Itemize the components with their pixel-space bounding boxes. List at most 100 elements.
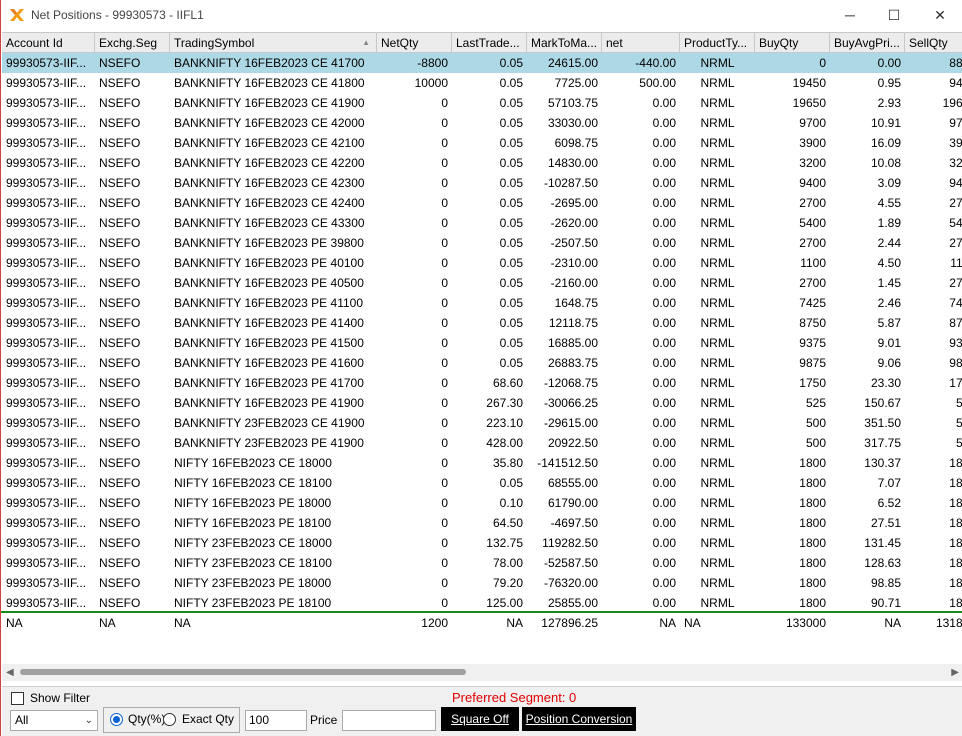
table-row[interactable]: 99930573-IIF... NSEFO BANKNIFTY 16FEB2023 … — [2, 213, 962, 233]
table-row[interactable]: 99930573-IIF... NSEFO BANKNIFTY 16FEB2023 … — [2, 133, 962, 153]
cell-net: 0.00 — [652, 136, 676, 150]
position-conversion-button[interactable]: Position Conversion — [522, 707, 636, 731]
table-row[interactable]: 99930573-IIF... NSEFO BANKNIFTY 16FEB2023 … — [2, 113, 962, 133]
qty-percent-label[interactable]: Qty(%) — [128, 712, 165, 726]
cell-last-trade: 267.30 — [486, 396, 523, 410]
table-row[interactable]: 99930573-IIF... NSEFO BANKNIFTY 16FEB2023 … — [2, 313, 962, 333]
column-header-trading-symbol[interactable]: TradingSymbol ▲ — [170, 33, 377, 53]
column-header-buy-avg-price[interactable]: BuyAvgPri... — [830, 33, 905, 53]
column-header-exchg-seg[interactable]: Exchg.Seg — [95, 33, 170, 53]
table-row[interactable]: 99930573-IIF... NSEFO BANKNIFTY 16FEB2023 … — [2, 233, 962, 253]
table-row[interactable]: 99930573-IIF... NSEFO NIFTY 16FEB2023 PE 1… — [2, 513, 962, 533]
column-header-net-qty[interactable]: NetQty — [377, 33, 452, 53]
table-row[interactable]: 99930573-IIF... NSEFO NIFTY 23FEB2023 CE 1… — [2, 533, 962, 553]
cell-exchg-seg: NSEFO — [99, 516, 141, 530]
cell-trading-symbol: NIFTY 16FEB2023 CE 18100 — [174, 476, 332, 490]
cell-net: 0.00 — [652, 536, 676, 550]
cell-net-qty: 0 — [441, 176, 448, 190]
table-row[interactable]: 99930573-IIF... NSEFO NIFTY 16FEB2023 CE 1… — [2, 453, 962, 473]
column-header-mark-to-market[interactable]: MarkToMa... — [527, 33, 602, 53]
column-header-account-id[interactable]: Account Id — [2, 33, 95, 53]
table-row[interactable]: 99930573-IIF... NSEFO BANKNIFTY 16FEB2023 … — [2, 173, 962, 193]
table-row[interactable]: 99930573-IIF... NSEFO BANKNIFTY 23FEB2023 … — [2, 433, 962, 453]
cell-net-qty: 0 — [441, 396, 448, 410]
cell-mark-to-market: 20922.50 — [547, 436, 598, 450]
price-input[interactable] — [342, 710, 436, 731]
table-row[interactable]: 99930573-IIF... NSEFO BANKNIFTY 16FEB2023 … — [2, 353, 962, 373]
exact-qty-label[interactable]: Exact Qty — [182, 712, 234, 726]
show-filter-label[interactable]: Show Filter — [30, 691, 90, 705]
cell-buy-avg-price: 4.55 — [877, 196, 901, 210]
exact-qty-radio[interactable] — [163, 713, 176, 726]
qty-input[interactable]: 100 — [245, 710, 307, 731]
cell-sell-qty: 2700 — [949, 276, 962, 290]
table-row[interactable]: 99930573-IIF... NSEFO BANKNIFTY 16FEB2023 … — [2, 93, 962, 113]
qty-percent-radio[interactable] — [110, 713, 123, 726]
cell-trading-symbol: BANKNIFTY 16FEB2023 PE 40100 — [174, 256, 364, 270]
maximize-button[interactable]: ☐ — [871, 0, 917, 30]
cell-sell-qty: 500 — [955, 416, 962, 430]
cell-sell-qty: 1800 — [949, 476, 962, 490]
column-header-net[interactable]: net — [602, 33, 680, 53]
table-row[interactable]: 99930573-IIF... NSEFO BANKNIFTY 16FEB2023 … — [2, 273, 962, 293]
cell-trading-symbol: BANKNIFTY 16FEB2023 CE 42100 — [174, 136, 365, 150]
cell-buy-avg-price: 4.50 — [877, 256, 901, 270]
cell-net: 0.00 — [652, 416, 676, 430]
cell-net: 0.00 — [652, 556, 676, 570]
total-account-id: NA — [6, 616, 23, 630]
cell-exchg-seg: NSEFO — [99, 436, 141, 450]
cell-account-id: 99930573-IIF... — [6, 416, 87, 430]
cell-last-trade: 0.05 — [499, 276, 523, 290]
cell-net-qty: 0 — [441, 296, 448, 310]
cell-exchg-seg: NSEFO — [99, 496, 141, 510]
table-row[interactable]: 99930573-IIF... NSEFO BANKNIFTY 16FEB2023 … — [2, 193, 962, 213]
table-row[interactable]: 99930573-IIF... NSEFO BANKNIFTY 16FEB2023 … — [2, 393, 962, 413]
table-row[interactable]: 99930573-IIF... NSEFO BANKNIFTY 16FEB2023 … — [2, 53, 962, 73]
table-row[interactable]: 99930573-IIF... NSEFO NIFTY 23FEB2023 CE 1… — [2, 553, 962, 573]
scroll-right-icon[interactable]: ▶ — [951, 667, 959, 678]
filter-select[interactable]: All ⌄ — [10, 710, 98, 731]
horizontal-scrollbar[interactable]: ◀ ▶ — [2, 664, 962, 681]
table-row[interactable]: 99930573-IIF... NSEFO BANKNIFTY 16FEB2023 … — [2, 373, 962, 393]
cell-net-qty: 0 — [441, 116, 448, 130]
column-header-sell-qty[interactable]: SellQty — [905, 33, 962, 53]
column-header-buy-qty[interactable]: BuyQty — [755, 33, 830, 53]
square-off-button[interactable]: Square Off — [441, 707, 519, 731]
column-header-last-trade[interactable]: LastTrade... — [452, 33, 527, 53]
cell-sell-qty: 525 — [955, 396, 962, 410]
table-row[interactable]: 99930573-IIF... NSEFO NIFTY 23FEB2023 PE 1… — [2, 573, 962, 593]
cell-buy-avg-price: 150.67 — [864, 396, 901, 410]
table-row[interactable]: 99930573-IIF... NSEFO NIFTY 16FEB2023 CE 1… — [2, 473, 962, 493]
cell-net: 0.00 — [652, 116, 676, 130]
table-row[interactable]: 99930573-IIF... NSEFO BANKNIFTY 16FEB2023 … — [2, 293, 962, 313]
table-row[interactable]: 99930573-IIF... NSEFO BANKNIFTY 16FEB2023 … — [2, 153, 962, 173]
cell-sell-qty: 3200 — [949, 156, 962, 170]
table-row[interactable]: 99930573-IIF... NSEFO NIFTY 16FEB2023 PE 1… — [2, 493, 962, 513]
table-row[interactable]: 99930573-IIF... NSEFO BANKNIFTY 23FEB2023 … — [2, 413, 962, 433]
cell-buy-avg-price: 317.75 — [864, 436, 901, 450]
cell-mark-to-market: -2620.00 — [550, 216, 598, 230]
cell-net-qty: 0 — [441, 136, 448, 150]
scrollbar-thumb[interactable] — [20, 669, 466, 675]
cell-product-type: NRML — [700, 596, 735, 610]
table-row[interactable]: 99930573-IIF... NSEFO NIFTY 23FEB2023 PE 1… — [2, 593, 962, 613]
table-row[interactable]: 99930573-IIF... NSEFO BANKNIFTY 16FEB2023 … — [2, 253, 962, 273]
scroll-left-icon[interactable]: ◀ — [6, 667, 14, 678]
cell-trading-symbol: BANKNIFTY 23FEB2023 CE 41900 — [174, 416, 365, 430]
cell-product-type: NRML — [700, 76, 735, 90]
cell-net-qty: 0 — [441, 556, 448, 570]
cell-last-trade: 125.00 — [486, 596, 523, 610]
cell-product-type: NRML — [700, 576, 735, 590]
show-filter-checkbox[interactable] — [11, 692, 24, 705]
minimize-button[interactable]: ─ — [827, 0, 873, 30]
cell-mark-to-market: 57103.75 — [547, 96, 598, 110]
cell-trading-symbol: BANKNIFTY 16FEB2023 PE 41700 — [174, 376, 364, 390]
cell-net: 0.00 — [652, 276, 676, 290]
table-row[interactable]: 99930573-IIF... NSEFO BANKNIFTY 16FEB2023 … — [2, 73, 962, 93]
cell-product-type: NRML — [700, 136, 735, 150]
cell-mark-to-market: -2310.00 — [550, 256, 598, 270]
cell-sell-qty: 19650 — [942, 96, 962, 110]
column-header-product-type[interactable]: ProductTy... — [680, 33, 755, 53]
table-row[interactable]: 99930573-IIF... NSEFO BANKNIFTY 16FEB2023 … — [2, 333, 962, 353]
close-button[interactable]: ✕ — [917, 0, 962, 30]
